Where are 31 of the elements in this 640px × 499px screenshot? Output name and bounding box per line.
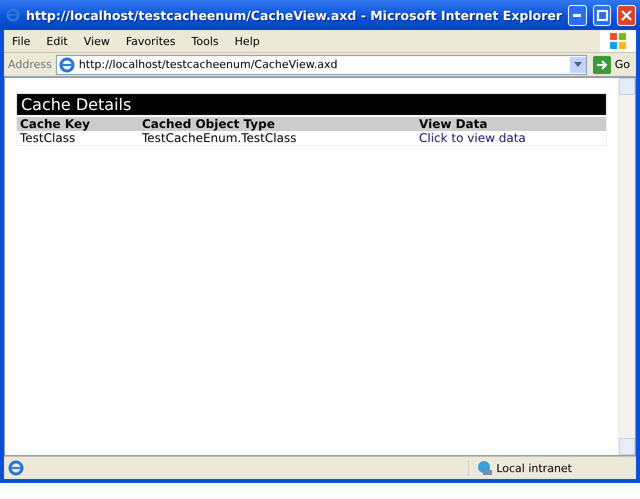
minimize-icon [573, 14, 582, 16]
browser-icon [58, 56, 75, 72]
maximize-button[interactable] [592, 4, 612, 26]
dropdown-icon[interactable] [574, 62, 582, 67]
menu-item[interactable]: Tools [184, 34, 227, 48]
go-button[interactable]: Go [590, 56, 632, 74]
menu-item[interactable]: Help [226, 34, 268, 48]
menu-item[interactable]: File [4, 34, 38, 48]
table-cell: TestCacheEnum.TestClass [139, 131, 416, 146]
network-icon [477, 460, 494, 476]
view-data-link[interactable]: Click to view data [419, 131, 526, 145]
close-button[interactable] [617, 4, 636, 26]
column-header: View Data [416, 116, 606, 131]
menu-item[interactable]: Favorites [118, 34, 184, 48]
address-field[interactable]: http://localhost/testcacheenum/CacheView.axd [56, 54, 587, 74]
zone-label: Local intranet [496, 462, 572, 474]
scrollbar[interactable] [618, 78, 635, 455]
table-cell: TestClass [16, 131, 139, 146]
window-title: http://localhost/testcacheenum/CacheView.axd - Microsoft Internet Explorer [26, 8, 562, 22]
minimize-button[interactable] [568, 4, 587, 26]
menu-item[interactable]: Edit [38, 34, 76, 48]
close-icon [621, 10, 632, 20]
menu-item[interactable]: View [76, 34, 118, 48]
browser-icon [8, 460, 24, 476]
browser-icon [6, 7, 20, 23]
column-header: Cache Key [16, 116, 139, 131]
address-label: Address [8, 58, 52, 71]
windows-logo-icon [609, 32, 627, 50]
column-header: Cached Object Type [139, 116, 416, 131]
table-title: Cache Details [16, 94, 606, 116]
maximize-icon [596, 10, 608, 20]
